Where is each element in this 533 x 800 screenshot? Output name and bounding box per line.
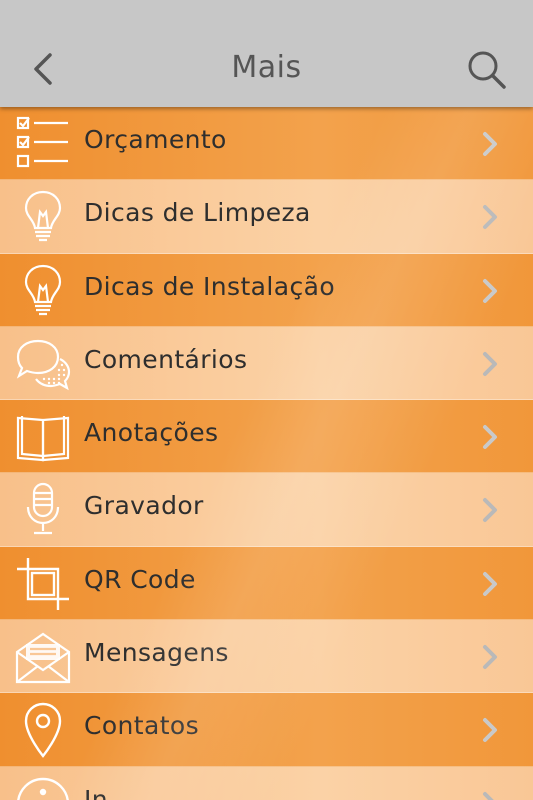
checklist-icon [14,115,72,173]
page-title: Mais [231,50,302,85]
chat-bubbles-icon [14,335,72,393]
chevron-right-icon [478,497,502,523]
chevron-right-icon [478,791,502,800]
menu-item-mensagens[interactable]: Mensagens [0,620,533,694]
envelope-icon [14,628,72,686]
menu-item-label: Comentários [84,344,248,374]
menu-item-info[interactable]: In... [0,766,533,800]
search-icon [468,51,506,89]
lightbulb-icon [14,188,72,246]
menu-item-gravador[interactable]: Gravador [0,473,533,547]
location-pin-icon [14,701,72,759]
menu-item-anotacoes[interactable]: Anotações [0,400,533,474]
menu-item-label: Orçamento [84,125,227,154]
open-book-icon [14,408,72,466]
menu-item-label: QR Code [84,564,196,594]
menu-item-label: Dicas de Instalação [84,271,336,301]
menu-item-label: Gravador [84,491,204,521]
chevron-right-icon [478,571,502,597]
menu-item-label: In... [84,784,134,800]
microphone-icon [14,481,72,539]
menu-item-contatos[interactable]: Contatos [0,693,533,767]
menu-item-qr-code[interactable]: QR Code [0,546,533,621]
menu-item-label: Anotações [84,418,219,448]
chevron-right-icon [478,644,502,670]
menu-item-dicas-limpeza[interactable]: Dicas de Limpeza [0,180,533,254]
menu-item-orcamento[interactable]: Orçamento [0,107,533,181]
chevron-right-icon [478,204,502,230]
menu-list: Orçamento Dicas de Limpeza Dicas de Inst… [0,107,533,800]
crop-frame-icon [14,555,72,613]
lightbulb-icon [14,262,72,320]
search-button[interactable] [464,46,510,92]
chevron-right-icon [478,131,502,157]
chevron-right-icon [478,424,502,450]
menu-item-label: Contatos [84,711,200,741]
info-icon [14,775,72,800]
menu-item-label: Dicas de Limpeza [84,198,311,228]
top-bar: Mais [0,0,533,107]
chevron-right-icon [478,351,502,377]
menu-item-dicas-instalacao[interactable]: Dicas de Instalação [0,253,533,327]
chevron-right-icon [478,278,502,304]
menu-item-comentarios[interactable]: Comentários [0,326,533,401]
chevron-right-icon [478,717,502,743]
menu-item-label: Mensagens [84,638,229,668]
